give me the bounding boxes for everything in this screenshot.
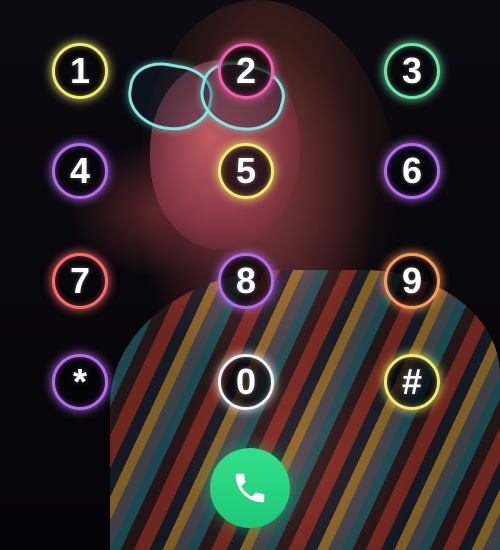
key-label: 3 xyxy=(401,50,423,91)
key-3[interactable]: 3 xyxy=(384,43,440,99)
key-4[interactable]: 4 xyxy=(52,143,108,199)
key-label: # xyxy=(401,361,423,402)
dialer-screen: 1 2 3 4 5 6 7 8 9 * 0 # xyxy=(0,0,500,550)
key-label: 4 xyxy=(69,150,91,191)
key-hash[interactable]: # xyxy=(384,354,440,410)
key-label: 1 xyxy=(69,50,91,91)
key-1[interactable]: 1 xyxy=(52,43,108,99)
key-6[interactable]: 6 xyxy=(384,143,440,199)
key-8[interactable]: 8 xyxy=(218,253,274,309)
key-label: 6 xyxy=(401,150,423,191)
key-label: * xyxy=(72,361,87,402)
phone-icon xyxy=(235,473,265,503)
key-label: 7 xyxy=(69,260,91,301)
key-label: 2 xyxy=(235,50,257,91)
key-label: 0 xyxy=(235,361,257,402)
key-5[interactable]: 5 xyxy=(218,143,274,199)
key-7[interactable]: 7 xyxy=(52,253,108,309)
call-button[interactable] xyxy=(210,448,290,528)
key-9[interactable]: 9 xyxy=(384,253,440,309)
key-label: 9 xyxy=(401,260,423,301)
key-2[interactable]: 2 xyxy=(218,43,274,99)
key-label: 8 xyxy=(235,260,257,301)
key-star[interactable]: * xyxy=(52,354,108,410)
key-0[interactable]: 0 xyxy=(218,354,274,410)
key-label: 5 xyxy=(235,150,257,191)
